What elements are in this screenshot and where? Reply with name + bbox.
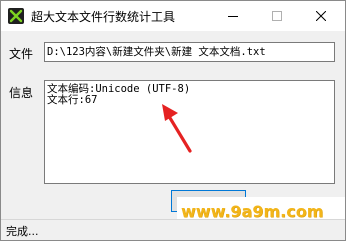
title-bar[interactable]: 超大文本文件行数统计工具: [1, 1, 345, 31]
maximize-icon: [272, 11, 282, 21]
file-path-field[interactable]: D:\123内容\新建文件夹\新建 文本文档.txt: [44, 42, 335, 62]
close-icon: [316, 11, 326, 21]
file-label: 文件: [9, 47, 34, 61]
status-text: 完成...: [6, 225, 39, 238]
window-title: 超大文本文件行数统计工具: [31, 10, 176, 24]
app-window: 超大文本文件行数统计工具 文件 D:\123内容\新建文件夹\新建 文本文档.t…: [0, 0, 346, 241]
info-label: 信息: [9, 86, 34, 100]
status-bar: 完成...: [1, 219, 345, 240]
app-icon: [8, 8, 24, 24]
close-button[interactable]: [299, 1, 343, 31]
minimize-button[interactable]: [211, 1, 255, 31]
maximize-button[interactable]: [255, 1, 299, 31]
minimize-icon: [228, 16, 238, 17]
annotation-arrow: [162, 104, 192, 153]
